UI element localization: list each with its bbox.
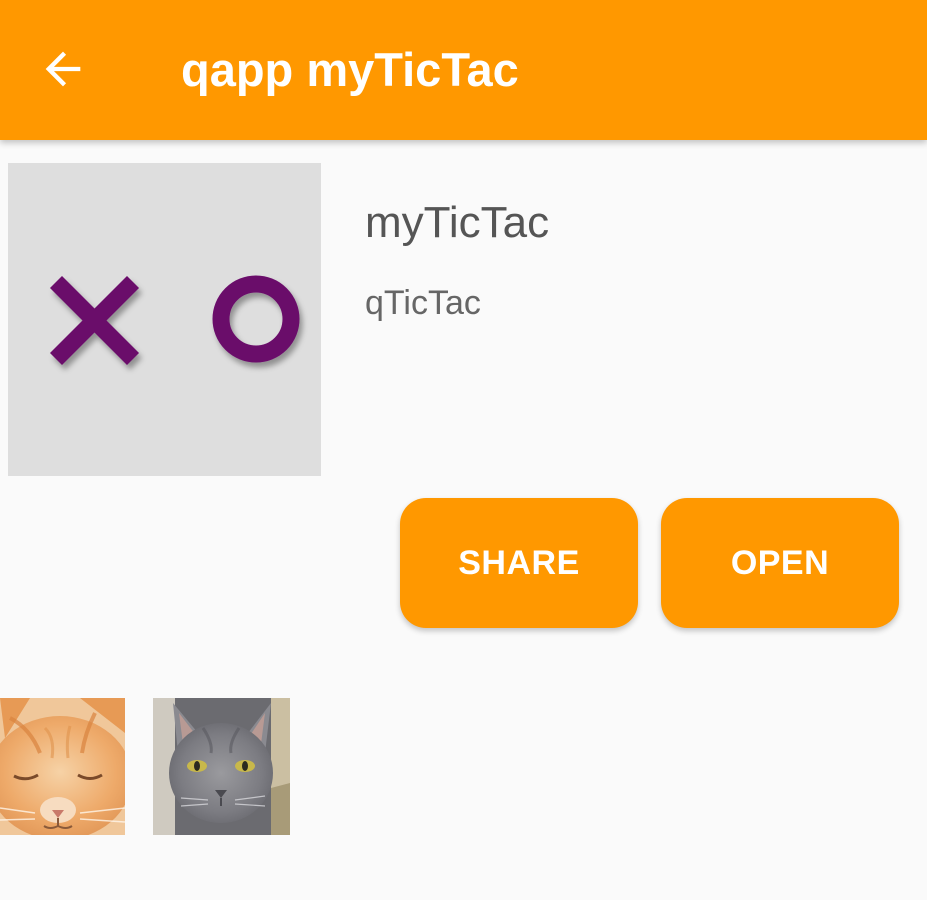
tic-tac-toe-x-o-icon — [49, 275, 300, 366]
app-icon — [8, 163, 321, 476]
orange-tabby-kitten-photo — [0, 698, 125, 835]
arrow-back-icon — [45, 51, 81, 87]
gray-cat-photo — [153, 698, 290, 835]
screenshot-thumbnail-gray-cat[interactable] — [153, 698, 290, 835]
app-name: myTicTac — [365, 198, 550, 247]
back-button[interactable] — [30, 36, 96, 102]
open-button[interactable]: OPEN — [661, 498, 899, 628]
page-title: qapp myTicTac — [181, 43, 519, 96]
screenshot-thumbnail-orange-cat[interactable] — [0, 698, 125, 835]
app-developer: qTicTac — [365, 284, 481, 322]
share-button[interactable]: SHARE — [400, 498, 638, 628]
app-bar: qapp myTicTac — [0, 0, 927, 140]
